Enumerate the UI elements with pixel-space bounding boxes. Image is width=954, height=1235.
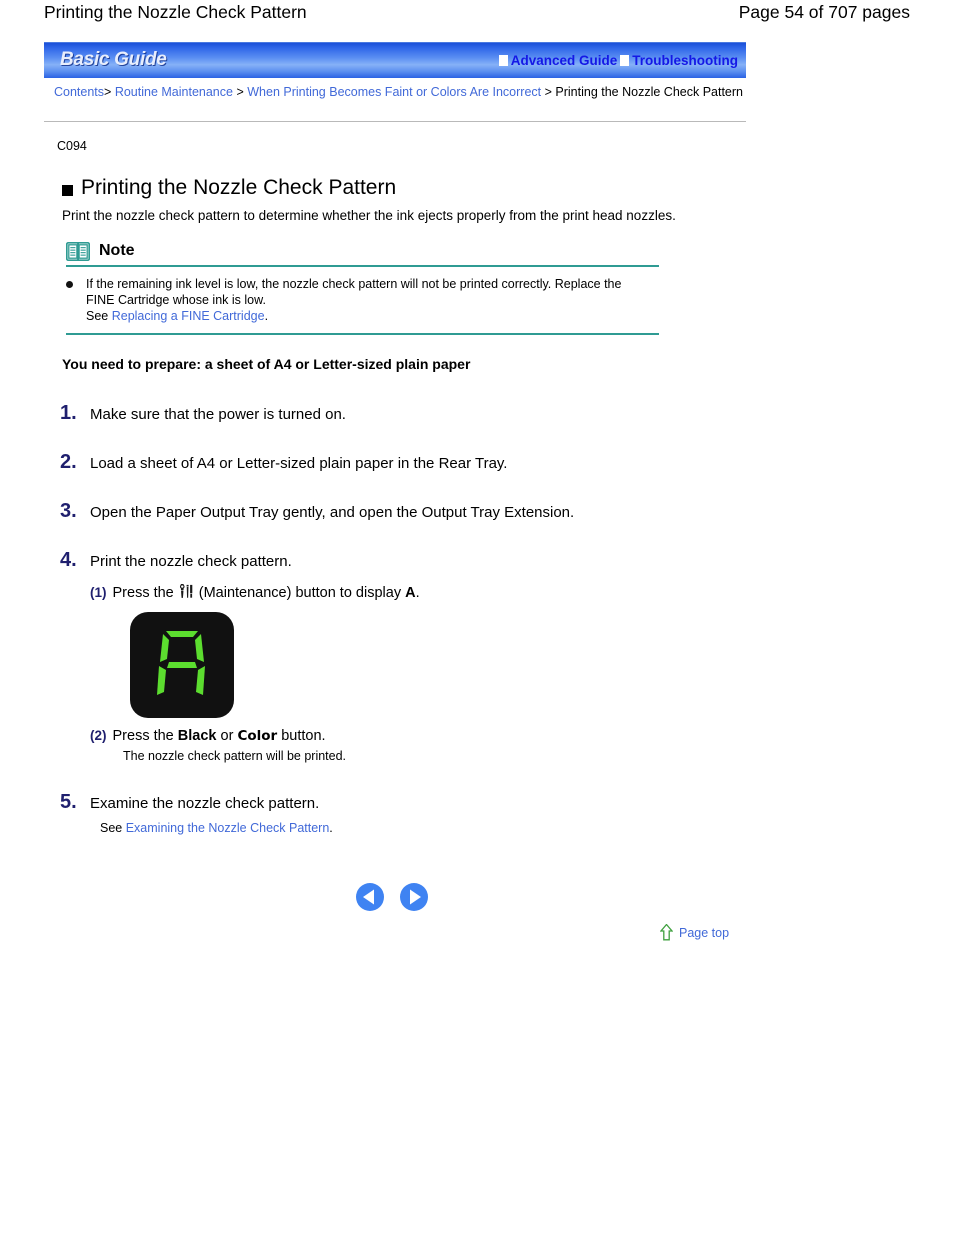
note-see-suffix: . (264, 309, 269, 323)
banner-title: Basic Guide (60, 49, 167, 70)
page-header: Printing the Nozzle Check Pattern Page 5… (0, 0, 954, 30)
substep-2: (2) Press the Black or Color button. (90, 728, 880, 744)
substep-2-note: The nozzle check pattern will be printed… (123, 749, 347, 763)
link-marker-square-icon (620, 55, 630, 66)
note-header: Note (65, 240, 659, 262)
substep-2-post: button. (281, 728, 326, 744)
breadcrumb-separator: > (104, 85, 112, 99)
led-display-panel (130, 612, 234, 718)
substep-1: (1) Press the (Maintenance) button to di… (90, 581, 880, 601)
note-body: If the remaining ink level is low, the n… (66, 267, 659, 324)
substep-2-or: or (220, 728, 234, 744)
troubleshooting-link[interactable]: Troubleshooting (632, 53, 738, 68)
led-seven-segment-a (157, 631, 205, 695)
note-text: If the remaining ink level is low, the n… (82, 276, 659, 324)
open-book-icon (65, 241, 91, 261)
prepare-requirements-text: You need to prepare: a sheet of A4 or Le… (62, 356, 471, 372)
note-line-2: FINE Cartridge whose ink is low. (86, 293, 266, 307)
substep-1-text: Press the (Maintenance) button to displa… (112, 581, 420, 601)
guide-banner: Basic Guide Advanced Guide Troubleshooti… (44, 42, 746, 78)
step-2: 2. Load a sheet of A4 or Letter-sized pl… (60, 451, 880, 474)
replacing-fine-cartridge-link[interactable]: Replacing a FINE Cartridge (112, 309, 265, 323)
bullet-square-icon (62, 185, 73, 196)
note-see-prefix: See (86, 309, 112, 323)
breadcrumb-item-routine-maintenance[interactable]: Routine Maintenance (115, 85, 233, 99)
document-id: C094 (57, 139, 87, 153)
page-top-label: Page top (679, 925, 730, 940)
breadcrumb-separator: > (544, 85, 552, 99)
step-2-text: Load a sheet of A4 or Letter-sized plain… (90, 455, 508, 472)
substep-2-pre: Press the (112, 728, 174, 744)
substep-2-text: Press the Black or Color button. (113, 728, 326, 744)
step-5-note: See Examining the Nozzle Check Pattern. (100, 821, 880, 835)
breadcrumb-item-current: Printing the Nozzle Check Pattern (555, 85, 743, 99)
navigation-arrows (355, 882, 429, 912)
note-bottom-divider (66, 333, 659, 335)
note-block: Note If the remaining ink level is low, … (65, 240, 659, 335)
breadcrumb-divider (44, 121, 746, 122)
breadcrumb: Contents> Routine Maintenance > When Pri… (54, 85, 744, 101)
note-title: Note (99, 242, 135, 259)
black-button-label: Black (177, 728, 217, 744)
substep-1-post: . (415, 585, 420, 601)
note-bullet-icon (66, 281, 73, 288)
substep-2-container: (2) Press the Black or Color button. The… (60, 728, 880, 763)
step-5-see-prefix: See (100, 821, 126, 835)
banner-links: Advanced Guide Troubleshooting (496, 53, 738, 68)
step-1-number: 1. (60, 402, 77, 424)
substep-1-pre: Press the (112, 585, 174, 601)
advanced-guide-link[interactable]: Advanced Guide (511, 53, 618, 68)
page-title: Printing the Nozzle Check Pattern (44, 2, 307, 22)
color-button-label: Color (237, 728, 278, 744)
arrow-up-icon (659, 923, 674, 941)
substep-1-mid: (Maintenance) button to display (198, 585, 402, 601)
step-4-text: Print the nozzle check pattern. (90, 553, 292, 570)
examining-nozzle-check-pattern-link[interactable]: Examining the Nozzle Check Pattern (126, 821, 330, 835)
breadcrumb-separator: > (236, 85, 244, 99)
breadcrumb-item-contents[interactable]: Contents (54, 85, 104, 99)
step-5-see-suffix: . (329, 821, 333, 835)
step-3-text: Open the Paper Output Tray gently, and o… (90, 504, 575, 521)
step-4: 4. Print the nozzle check pattern. (1) P… (60, 549, 880, 601)
maintenance-icon (179, 581, 194, 599)
substep-1-display-char: A (405, 585, 416, 601)
section-heading-text: Printing the Nozzle Check Pattern (81, 176, 397, 199)
step-2-number: 2. (60, 451, 77, 473)
step-1: 1. Make sure that the power is turned on… (60, 402, 880, 425)
substep-1-number: (1) (90, 585, 107, 600)
next-page-button[interactable] (399, 882, 429, 912)
page-count-label: Page 54 of 707 pages (738, 2, 910, 22)
step-3-number: 3. (60, 500, 77, 522)
step-5-text: Examine the nozzle check pattern. (90, 795, 320, 812)
step-5: 5. Examine the nozzle check pattern. See… (60, 791, 880, 835)
previous-page-button[interactable] (355, 882, 385, 912)
step-5-number: 5. (60, 791, 77, 813)
note-line-1: If the remaining ink level is low, the n… (86, 277, 622, 291)
step-1-text: Make sure that the power is turned on. (90, 406, 346, 423)
substep-2-number: (2) (90, 728, 107, 743)
step-3: 3. Open the Paper Output Tray gently, an… (60, 500, 880, 523)
step-4-number: 4. (60, 549, 77, 571)
page-top-link[interactable]: Page top (659, 923, 730, 941)
section-heading: Printing the Nozzle Check Pattern (62, 176, 396, 200)
section-intro-text: Print the nozzle check pattern to determ… (62, 208, 676, 223)
link-marker-square-icon (498, 55, 508, 66)
breadcrumb-item-when-printing-becomes-faint[interactable]: When Printing Becomes Faint or Colors Ar… (247, 85, 541, 99)
